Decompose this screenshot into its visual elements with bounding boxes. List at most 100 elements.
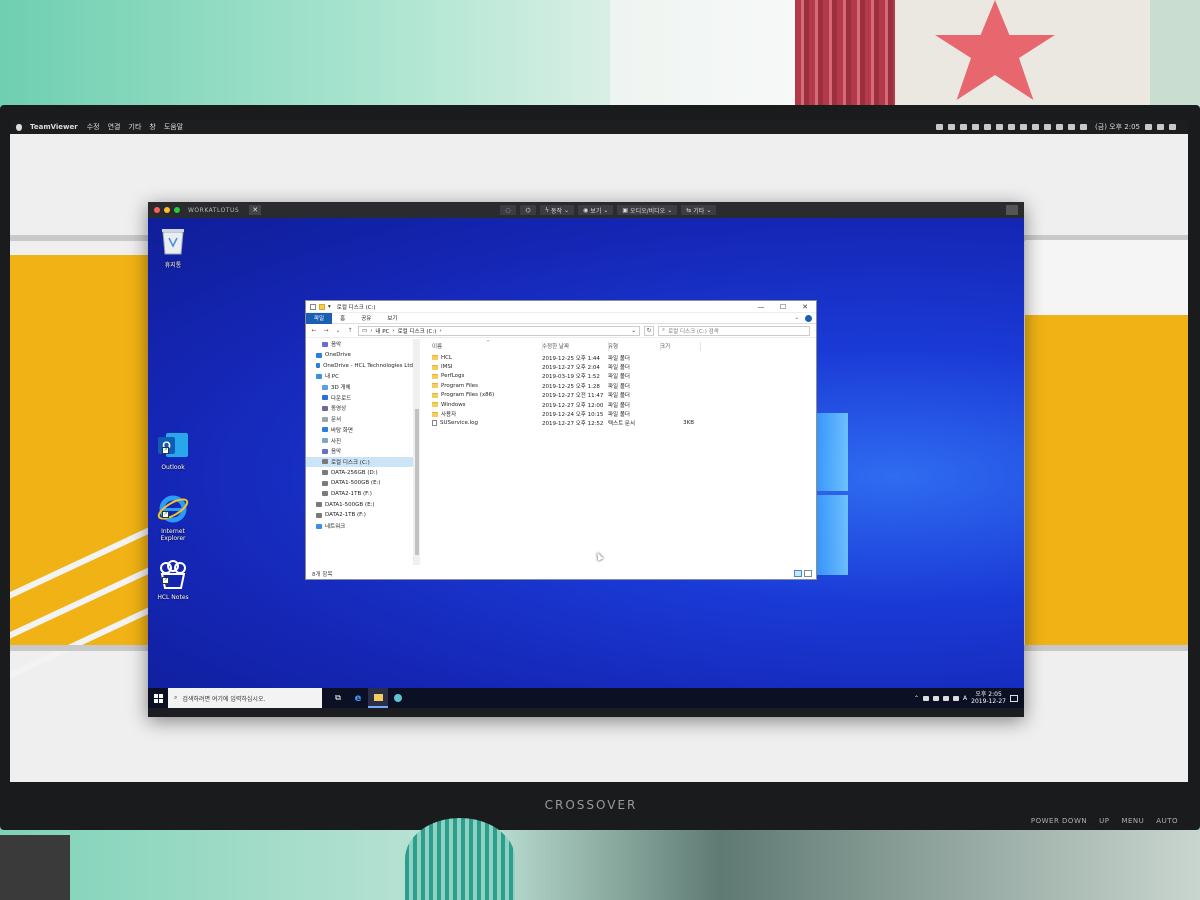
column-name[interactable]: 이름: [424, 342, 542, 350]
recent-chevron-icon[interactable]: ⌄: [334, 327, 342, 334]
minimize-icon[interactable]: —: [750, 301, 772, 313]
column-separator[interactable]: [608, 342, 609, 351]
new-folder-icon[interactable]: [319, 303, 325, 310]
column-type[interactable]: 유형: [608, 342, 660, 350]
column-separator[interactable]: [542, 342, 543, 351]
monitor-auto-button[interactable]: AUTO: [1156, 817, 1178, 825]
minimize-icon[interactable]: [164, 207, 170, 213]
file-row[interactable]: IMSI 2019-12-27 오후 2:04 파일 폴더: [424, 362, 814, 371]
menu-icon[interactable]: [1169, 124, 1176, 130]
column-date-modified[interactable]: 수정한 날짜: [542, 342, 608, 350]
mac-menu-connection[interactable]: 연결: [108, 122, 121, 132]
nav-item[interactable]: 바탕 화면: [306, 425, 413, 436]
siri-icon[interactable]: [1157, 124, 1164, 130]
edge-icon[interactable]: e: [348, 688, 368, 708]
hcl-notes-shortcut[interactable]: ↗ HCL Notes: [149, 558, 197, 601]
cloud-icon[interactable]: [953, 695, 960, 701]
status-icon[interactable]: [1020, 124, 1028, 130]
mac-menu-edit[interactable]: 수정: [87, 122, 100, 132]
file-row[interactable]: PerfLogs 2019-03-19 오후 1:52 파일 폴더: [424, 372, 814, 381]
outlook-shortcut[interactable]: O ↗ Outlook: [149, 428, 197, 471]
nav-scrollbar-thumb[interactable]: [415, 409, 419, 555]
maximize-icon[interactable]: [174, 207, 180, 213]
column-size[interactable]: 크기: [660, 342, 690, 350]
status-icon[interactable]: [1008, 124, 1016, 130]
quick-access-properties-icon[interactable]: [310, 303, 316, 310]
quick-access-chevron-icon[interactable]: ▾: [328, 304, 331, 310]
status-icon[interactable]: [996, 124, 1004, 130]
spinner-icon[interactable]: ◌: [500, 205, 516, 215]
view-menu[interactable]: ◉ 보기 ⌄: [578, 205, 614, 215]
network-icon[interactable]: [933, 695, 940, 701]
search-icon[interactable]: [1145, 124, 1152, 130]
notification-icon[interactable]: [1010, 694, 1018, 702]
nav-item[interactable]: 사진: [306, 435, 413, 446]
help-icon[interactable]: [805, 314, 812, 322]
monitor-up-button[interactable]: UP: [1099, 817, 1109, 825]
ribbon-tab-file[interactable]: 파일: [306, 312, 333, 324]
status-icon[interactable]: [960, 124, 968, 130]
file-row[interactable]: Program Files 2019-12-25 오후 1:28 파일 폴더: [424, 381, 814, 390]
refresh-icon[interactable]: ↻: [644, 325, 654, 336]
status-icon[interactable]: [936, 124, 944, 130]
taskbar-clock[interactable]: 오후 2:05 2019-12-27: [971, 691, 1006, 705]
forward-arrow-icon[interactable]: →: [322, 327, 330, 334]
monitor-power-down-button[interactable]: POWER DOWN: [1031, 817, 1087, 825]
extras-menu[interactable]: ⇆ 기타 ⌄: [681, 205, 717, 215]
file-explorer-taskbar-button[interactable]: [368, 688, 388, 708]
taskbar-search-input[interactable]: ⌕ 검색하려면 여기에 입력하십시오.: [168, 688, 322, 708]
eject-icon[interactable]: [1080, 124, 1088, 130]
monitor-menu-button[interactable]: MENU: [1121, 817, 1144, 825]
ribbon-tab-view[interactable]: 보기: [379, 313, 405, 324]
details-view-icon[interactable]: [794, 570, 802, 577]
mac-menu-help[interactable]: 도움말: [164, 122, 183, 132]
nav-item[interactable]: OneDrive - HCL Technologies Ltd: [306, 360, 413, 371]
nav-item[interactable]: 네트워크: [306, 521, 413, 532]
nav-item[interactable]: DATA2-1TB (F:): [306, 510, 413, 521]
teamviewer-close-session-icon[interactable]: ✕: [249, 205, 262, 215]
up-arrow-icon[interactable]: ↑: [346, 327, 354, 334]
nav-item[interactable]: 음악: [306, 339, 413, 350]
file-row[interactable]: Windows 2019-12-27 오후 12:00 파일 폴더: [424, 400, 814, 409]
file-row[interactable]: Program Files (x86) 2019-12-27 오전 11:47 파일…: [424, 391, 814, 400]
nav-item[interactable]: DATA1-500GB (E:): [306, 499, 413, 510]
address-bar[interactable]: ▭ › 내 PC › 로컬 디스크 (C:) › ⌄: [358, 325, 640, 336]
actions-menu[interactable]: ϟ 동작 ⌄: [540, 205, 575, 215]
column-separator[interactable]: [660, 342, 661, 351]
volume-icon[interactable]: [1056, 124, 1064, 130]
mac-menu-window[interactable]: 창: [149, 122, 155, 132]
file-row[interactable]: 사용자 2019-12-24 오후 10:15 파일 폴더: [424, 409, 814, 418]
large-icons-view-icon[interactable]: [804, 570, 812, 577]
status-icon[interactable]: [972, 124, 980, 130]
status-icon[interactable]: [948, 124, 956, 130]
start-button[interactable]: [148, 688, 168, 708]
audio-video-menu[interactable]: ▣ 오디오/비디오 ⌄: [617, 205, 678, 215]
ribbon-tab-home[interactable]: 홈: [332, 313, 353, 324]
maximize-icon[interactable]: ☐: [772, 301, 794, 313]
search-input[interactable]: ⌕ 로컬 디스크 (C:) 검색: [658, 325, 810, 336]
breadcrumb-local-disk[interactable]: 로컬 디스크 (C:): [398, 327, 437, 335]
fullscreen-icon[interactable]: [1006, 205, 1018, 215]
nav-item[interactable]: OneDrive: [306, 350, 413, 361]
tray-app-icon[interactable]: [923, 695, 930, 701]
ime-indicator[interactable]: A: [963, 695, 967, 702]
breadcrumb-my-pc[interactable]: 내 PC: [375, 327, 389, 335]
column-separator[interactable]: [700, 342, 701, 351]
nav-item[interactable]: DATA-256GB (D:): [306, 467, 413, 478]
nav-item[interactable]: 로컬 디스크 (C:): [306, 456, 413, 468]
mac-app-name[interactable]: TeamViewer: [30, 123, 78, 131]
teamviewer-logo-icon[interactable]: ⌬: [520, 205, 536, 215]
volume-icon[interactable]: [943, 695, 950, 701]
nav-item[interactable]: DATA2-1TB (F:): [306, 489, 413, 500]
recycle-bin-shortcut[interactable]: 휴지통: [149, 224, 197, 269]
cloud-icon[interactable]: [984, 124, 992, 130]
input-source-icon[interactable]: [1068, 124, 1076, 130]
wifi-icon[interactable]: [1044, 124, 1052, 130]
nav-item[interactable]: DATA1-500GB (E:): [306, 478, 413, 489]
mac-clock[interactable]: (금) 오후 2:05: [1095, 122, 1140, 132]
mac-menu-extras[interactable]: 기타: [129, 122, 142, 132]
nav-item[interactable]: 3D 개체: [306, 382, 413, 393]
ribbon-expand-chevron-icon[interactable]: ⌄: [794, 315, 799, 321]
teamviewer-titlebar[interactable]: WORKATLOTUS ✕ ◌ ⌬ ϟ 동작 ⌄ ◉ 보기 ⌄ ▣ 오디오/비디오 ⌄ ⇆ 기…: [148, 202, 1024, 218]
nav-scrollbar[interactable]: [414, 339, 420, 565]
